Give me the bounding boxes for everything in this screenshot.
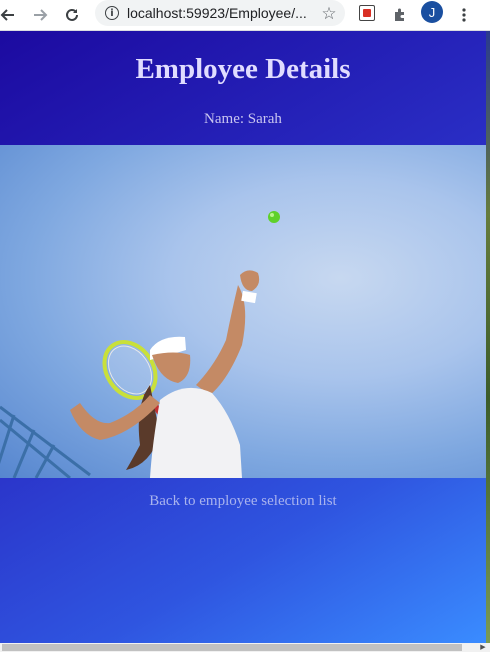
employee-name: Name: Sarah (204, 111, 282, 127)
forward-arrow-icon[interactable] (28, 3, 52, 27)
puzzle-icon[interactable] (388, 3, 412, 27)
reload-icon[interactable] (60, 3, 84, 27)
back-link[interactable]: Back to employee selection list (0, 493, 486, 510)
info-icon[interactable]: i (105, 6, 119, 20)
scrollbar-thumb[interactable] (2, 644, 462, 651)
star-icon[interactable]: ☆ (318, 3, 340, 25)
menu-dots-icon[interactable] (452, 3, 476, 27)
url-text: localhost:59923/Employee/... (127, 5, 307, 21)
address-bar[interactable]: i localhost:59923/Employee/... (95, 0, 345, 26)
back-arrow-icon[interactable] (0, 3, 20, 27)
page-content: Employee Details Name: Sarah Back to emp… (0, 31, 486, 643)
scroll-right-icon[interactable]: ▶ (478, 643, 488, 652)
avatar[interactable]: J (421, 1, 443, 23)
horizontal-scrollbar[interactable]: ▶ (0, 643, 490, 652)
extension-icon[interactable] (359, 5, 375, 21)
page-title: Employee Details (135, 53, 351, 85)
background-window-edge (486, 31, 490, 643)
employee-photo (0, 145, 486, 478)
browser-toolbar: i localhost:59923/Employee/... ☆ J (0, 0, 490, 31)
